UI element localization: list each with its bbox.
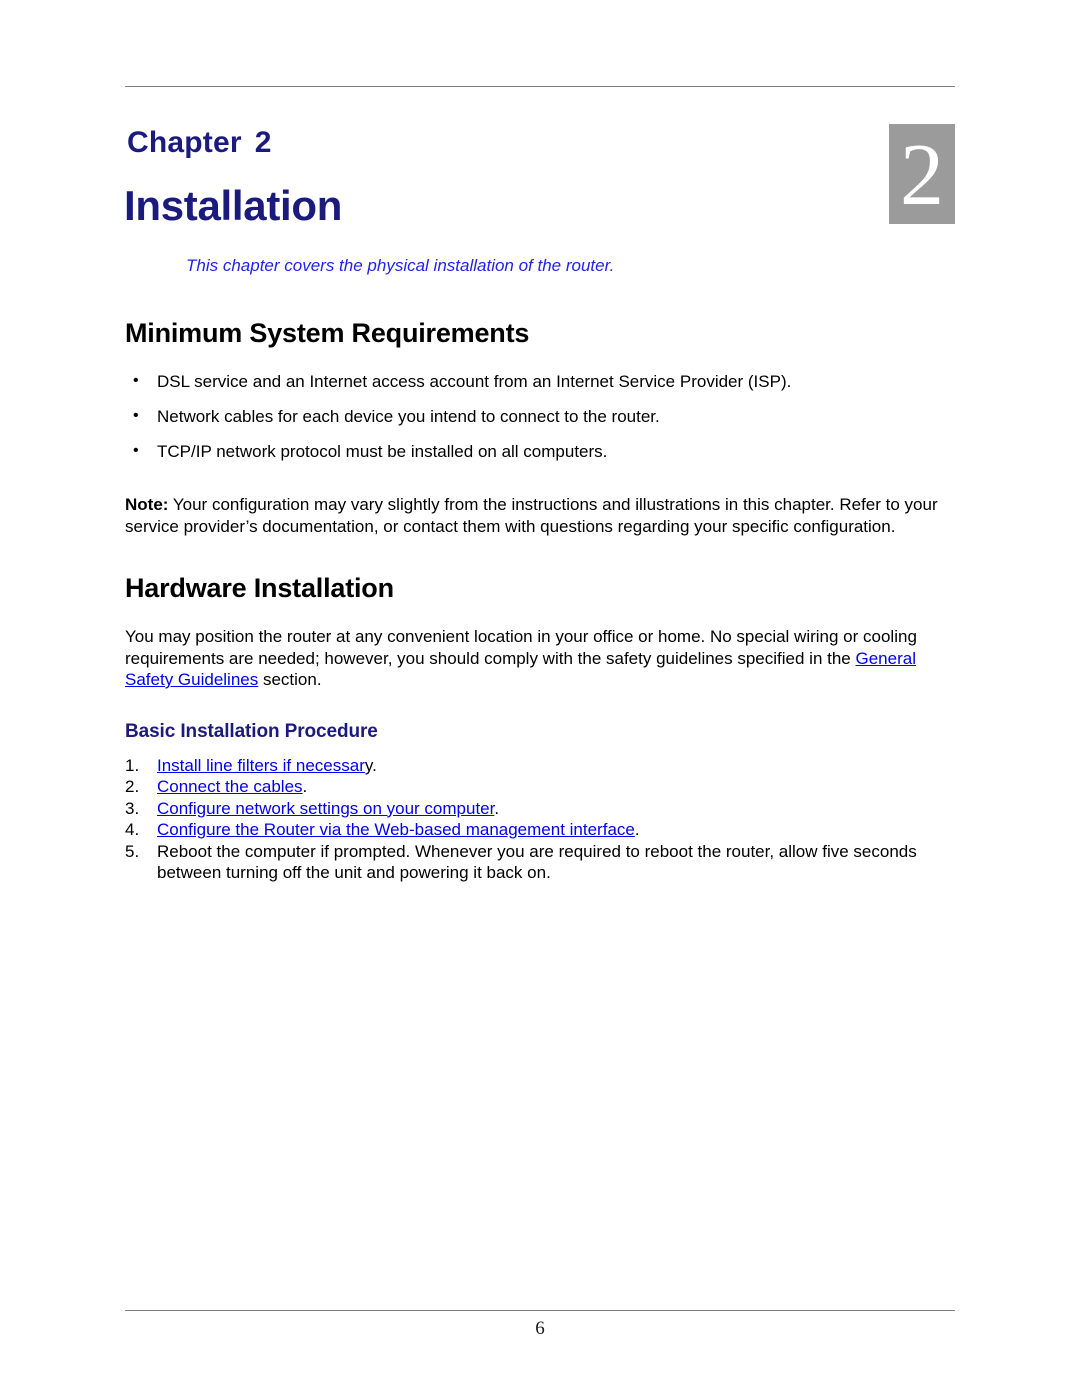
step-text: .	[302, 777, 308, 796]
hardware-installation-paragraph: You may position the router at any conve…	[125, 626, 955, 691]
list-item: 1. Install line filters if necessary.	[125, 755, 955, 777]
installation-steps-list: 1. Install line filters if necessary. 2. C…	[125, 755, 955, 884]
step-number: 3.	[125, 798, 140, 818]
document-content: Minimum System Requirements DSL service …	[125, 318, 955, 884]
note-paragraph: Note: Your configuration may vary slight…	[125, 494, 955, 537]
header-rule	[125, 86, 955, 87]
page-title: Installation	[124, 182, 343, 229]
heading-minimum-system-requirements: Minimum System Requirements	[125, 318, 530, 348]
list-item: 2. Connect the cables.	[125, 776, 955, 798]
heading-hardware-installation: Hardware Installation	[125, 573, 394, 603]
note-label: Note:	[125, 495, 169, 514]
step-number: 4.	[125, 820, 140, 839]
step-text: .	[634, 820, 640, 839]
step-text: .	[494, 798, 500, 818]
chapter-number-badge: 2	[889, 124, 955, 224]
footer-rule	[125, 1310, 955, 1311]
chapter-subtitle: This chapter covers the physical install…	[186, 256, 615, 275]
link-install-line-filters[interactable]: Install line filters if necessar	[157, 756, 365, 775]
chapter-label-word: Chapter	[127, 126, 242, 159]
heading-basic-installation-procedure: Basic Installation Procedure	[125, 720, 378, 742]
note-text: Your configuration may vary slightly fro…	[125, 495, 938, 536]
link-configure-router-web-interface[interactable]: Configure the Router via the Web-based m…	[157, 820, 635, 839]
chapter-label-number: 2	[254, 126, 272, 159]
paragraph-text-after-link: section.	[258, 670, 322, 689]
step-text: Reboot the computer if prompted. Wheneve…	[157, 841, 917, 883]
list-item: 4. Configure the Router via the Web-based…	[125, 819, 955, 841]
list-item: DSL service and an Internet access accou…	[125, 370, 955, 392]
list-item: Network cables for each device you inten…	[125, 405, 955, 427]
page-number: 6	[535, 1318, 545, 1339]
step-number: 1.	[125, 755, 140, 775]
link-configure-network-settings[interactable]: Configure network settings on your compu…	[157, 799, 494, 818]
chapter-badge-number: 2	[900, 127, 944, 224]
paragraph-text-before-link: You may position the router at any conve…	[125, 627, 917, 668]
step-number: 2.	[125, 777, 140, 796]
list-item: TCP/IP network protocol must be installe…	[125, 440, 955, 462]
chapter-label: Chapter 2	[127, 126, 272, 160]
link-connect-the-cables[interactable]: Connect the cables	[157, 777, 303, 796]
step-text: y.	[364, 755, 377, 775]
list-item: 3. Configure network settings on your com…	[125, 798, 955, 820]
list-item: 5. Reboot the computer if prompted. Whene…	[125, 841, 955, 884]
step-number: 5.	[125, 841, 140, 861]
document-page: Chapter 2 Installation 2 This chapter cov…	[0, 0, 1080, 1397]
requirements-bullet-list: DSL service and an Internet access accou…	[125, 370, 955, 462]
